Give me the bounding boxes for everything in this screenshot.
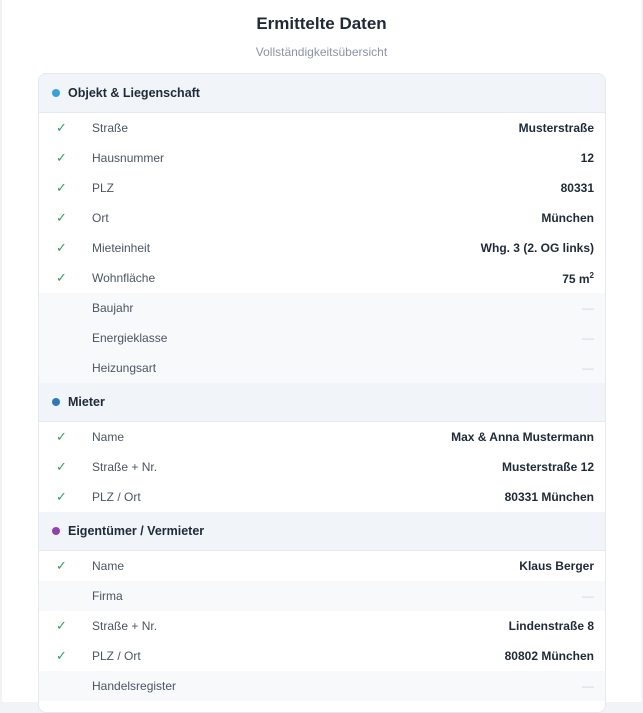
section-title: Objekt & Liegenschaft xyxy=(68,86,200,100)
field-row: ✓ Hausnummer 12 xyxy=(39,143,605,173)
field-row: Baujahr — xyxy=(39,293,605,323)
field-row: Heizungsart — xyxy=(39,353,605,383)
field-label: Wohnfläche xyxy=(92,271,156,285)
empty-value-dash: — xyxy=(582,361,594,375)
field-row: ✓ PLZ / Ort 80331 München xyxy=(39,482,605,512)
field-label: Hausnummer xyxy=(92,151,165,165)
field-label: Baujahr xyxy=(92,301,134,315)
field-row: ✓ Name Max & Anna Mustermann xyxy=(39,422,605,452)
field-label: Heizungsart xyxy=(92,361,157,375)
field-row: Firma — xyxy=(39,581,605,611)
field-value: Max & Anna Mustermann xyxy=(451,430,594,444)
section-header-mieter: Mieter xyxy=(39,383,605,422)
field-label: Firma xyxy=(92,589,123,603)
page-subtitle: Vollständigkeitsübersicht xyxy=(255,45,388,59)
empty-value-dash: — xyxy=(582,301,594,315)
empty-value-dash: — xyxy=(582,331,594,345)
check-icon: ✓ xyxy=(56,429,67,444)
field-label: Name xyxy=(92,430,125,444)
check-icon: ✓ xyxy=(56,240,67,255)
field-row: ✓ Straße Musterstraße xyxy=(39,113,605,143)
check-icon: ✓ xyxy=(56,558,67,573)
field-row: ✓ Mieteinheit Whg. 3 (2. OG links) xyxy=(39,233,605,263)
field-label: Name xyxy=(92,559,125,573)
field-label: Straße + Nr. xyxy=(92,619,158,633)
empty-value-dash: — xyxy=(582,679,594,693)
field-row: ✓ PLZ / Ort 80802 München xyxy=(39,641,605,671)
field-row: ✓ Wohnfläche 75 m2 xyxy=(39,263,605,293)
field-label: PLZ / Ort xyxy=(92,649,141,663)
field-row: Handelsregister — xyxy=(39,671,605,701)
section-dot-icon xyxy=(52,398,60,406)
field-label: PLZ xyxy=(92,181,115,195)
field-value: 80802 München xyxy=(504,649,594,663)
field-value: 80331 xyxy=(560,181,594,195)
check-icon: ✓ xyxy=(56,150,67,165)
field-value: 75 m2 xyxy=(562,270,594,286)
field-value: Lindenstraße 8 xyxy=(508,619,594,633)
field-row: ✓ Straße + Nr. Musterstraße 12 xyxy=(39,452,605,482)
page-title: Ermittelte Daten xyxy=(256,14,387,33)
check-icon: ✓ xyxy=(56,648,67,663)
data-overview-page: Ermittelte Daten Vollständigkeitsübersic… xyxy=(2,0,641,713)
field-value: Musterstraße 12 xyxy=(501,460,594,474)
field-label: PLZ / Ort xyxy=(92,490,141,504)
check-icon: ✓ xyxy=(56,120,67,135)
check-icon: ✓ xyxy=(56,459,67,474)
check-icon: ✓ xyxy=(56,489,67,504)
section-dot-icon xyxy=(52,527,60,535)
field-row: ✓ Name Klaus Berger xyxy=(39,551,605,581)
field-value: Whg. 3 (2. OG links) xyxy=(480,241,594,255)
check-icon: ✓ xyxy=(56,180,67,195)
field-row: Energieklasse — xyxy=(39,323,605,353)
field-label: Straße xyxy=(92,121,129,135)
field-label: Energieklasse xyxy=(92,331,168,345)
field-value: Klaus Berger xyxy=(519,559,594,573)
header: Ermittelte Daten Vollständigkeitsübersic… xyxy=(2,0,641,73)
check-icon: ✓ xyxy=(56,270,67,285)
section-title: Mieter xyxy=(68,395,105,409)
field-value: 80331 München xyxy=(504,490,594,504)
field-label: Straße + Nr. xyxy=(92,460,158,474)
field-row: ✓ PLZ 80331 xyxy=(39,173,605,203)
unit-superscript: 2 xyxy=(589,270,594,280)
field-value: München xyxy=(541,211,594,225)
empty-value-dash: — xyxy=(582,589,594,603)
field-row: ✓ Straße + Nr. Lindenstraße 8 xyxy=(39,611,605,641)
check-icon: ✓ xyxy=(56,618,67,633)
field-label: Mieteinheit xyxy=(92,241,151,255)
field-label: Ort xyxy=(92,211,109,225)
field-value: Musterstraße xyxy=(518,121,594,135)
section-header-objekt: Objekt & Liegenschaft xyxy=(39,74,605,113)
check-icon: ✓ xyxy=(56,210,67,225)
section-title: Eigentümer / Vermieter xyxy=(68,524,205,538)
field-value: 12 xyxy=(580,151,594,165)
section-header-eigentuemer: Eigentümer / Vermieter xyxy=(39,512,605,551)
section-dot-icon xyxy=(52,89,60,97)
field-label: Handelsregister xyxy=(92,679,177,693)
data-card: Objekt & Liegenschaft ✓ Straße Musterstraß… xyxy=(38,73,606,713)
field-row: ✓ Ort München xyxy=(39,203,605,233)
